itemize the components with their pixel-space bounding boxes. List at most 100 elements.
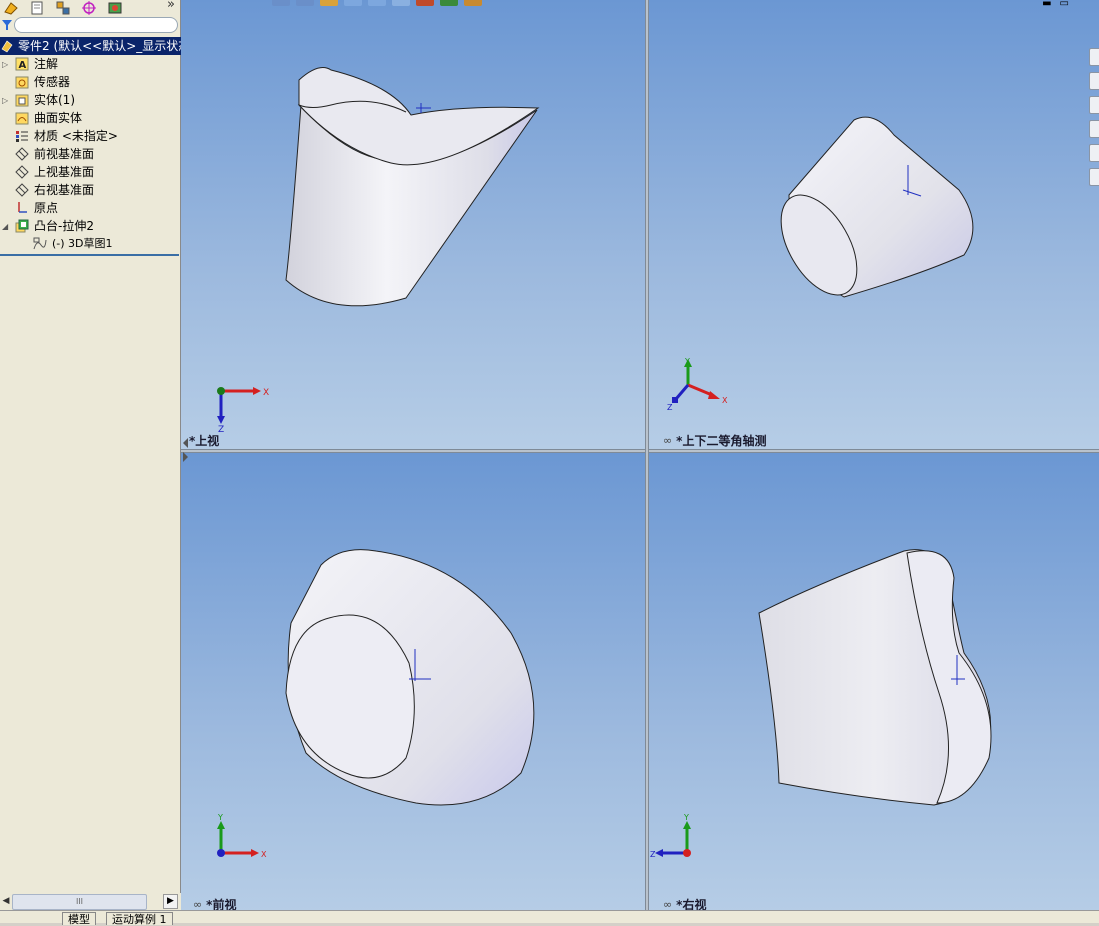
scroll-left-arrow-icon[interactable]: ◀ (0, 894, 12, 909)
collapse-arrow-icon[interactable]: ◢ (2, 222, 8, 231)
tree-item-material[interactable]: 材质 <未指定> (0, 127, 118, 145)
tree-item-extrude[interactable]: ◢ 凸台-拉伸2 (0, 217, 94, 235)
origin-icon (14, 200, 30, 216)
axis-triad-icon: Y X Z (667, 357, 728, 412)
display-manager-tab[interactable] (104, 0, 126, 16)
tree-item-3d-sketch[interactable]: (-) 3D草图1 (18, 235, 113, 253)
feature-manager-tab[interactable] (0, 0, 22, 16)
file-explorer-tab-icon[interactable] (1089, 96, 1099, 114)
rollback-bar[interactable] (0, 254, 179, 256)
viewport-corner-controls: ▬ ▭ (1042, 0, 1069, 9)
horizontal-scrollbar[interactable]: ◀ III ▶ (0, 893, 181, 910)
tree-item-solid-bodies[interactable]: ▷ 实体(1) (0, 91, 75, 109)
tab-motion-study[interactable]: 运动算例 1 (106, 912, 173, 926)
svg-text:Z: Z (667, 403, 673, 412)
annotations-icon: A (14, 56, 30, 72)
viewport-top[interactable]: X Z *上视 (181, 0, 645, 449)
tab-model[interactable]: 模型 (62, 912, 96, 926)
section-view-icon[interactable] (344, 0, 362, 6)
panel-collapse-grip-icon[interactable] (182, 436, 189, 464)
axis-triad-icon: Y X (217, 813, 267, 859)
restore-viewport-icon[interactable]: ▭ (1060, 0, 1069, 9)
previous-view-icon[interactable] (320, 0, 338, 6)
sensors-icon (14, 74, 30, 90)
tree-item-label: 凸台-拉伸2 (34, 219, 94, 233)
minimize-viewport-icon[interactable]: ▬ (1042, 0, 1051, 9)
plane-icon (14, 164, 30, 180)
svg-text:X: X (263, 388, 269, 398)
tree-item-label: 原点 (34, 201, 59, 215)
svg-text:A: A (19, 60, 27, 71)
filter-input[interactable] (14, 17, 178, 33)
viewport-label: *上视 (189, 432, 219, 449)
tree-item-annotations[interactable]: ▷ A 注解 (0, 55, 58, 73)
tree-root-label: 零件2 (默认<<默认>_显示状态 (18, 39, 191, 53)
filter-icon[interactable] (1, 19, 13, 31)
more-tabs-chevron-icon[interactable]: » (167, 0, 175, 12)
tree-root-part[interactable]: 零件2 (默认<<默认>_显示状态 (0, 37, 190, 55)
bottom-tab-bar: 模型 运动算例 1 (0, 910, 1099, 926)
heads-up-view-toolbar (272, 0, 482, 8)
link-views-icon[interactable]: ∞ (663, 434, 672, 447)
material-icon (14, 128, 30, 144)
view-orientation-icon[interactable] (368, 0, 386, 6)
tree-item-label: 右视基准面 (34, 183, 95, 197)
tree-item-surface-bodies[interactable]: 曲面实体 (0, 109, 82, 127)
resources-tab-icon[interactable] (1089, 48, 1099, 66)
viewport-name: *上下二等角轴测 (676, 434, 767, 448)
axis-triad-icon: Y Z (650, 813, 691, 859)
tree-item-label: 材质 <未指定> (34, 129, 118, 143)
plane-icon (14, 182, 30, 198)
configuration-icon (56, 1, 70, 15)
scroll-thumb[interactable]: III (12, 894, 147, 910)
plane-icon (14, 146, 30, 162)
tree-item-origin[interactable]: 原点 (0, 199, 58, 217)
scroll-right-arrow-icon[interactable]: ▶ (163, 894, 178, 909)
task-pane-tabs (1089, 48, 1099, 192)
custom-properties-tab-icon[interactable] (1089, 168, 1099, 186)
svg-text:X: X (722, 396, 728, 405)
tree-item-label: (-) 3D草图1 (52, 237, 113, 250)
part-icon (0, 38, 14, 54)
surface-bodies-icon (14, 110, 30, 126)
feature-tree-icon (4, 2, 18, 15)
tree-item-front-plane[interactable]: 前视基准面 (0, 145, 94, 163)
tree-item-label: 前视基准面 (34, 147, 95, 161)
appearances-tab-icon[interactable] (1089, 144, 1099, 162)
filter-row (0, 17, 181, 35)
expand-arrow-icon[interactable]: ▷ (2, 96, 8, 105)
extrude-icon (14, 218, 30, 234)
view-settings-icon[interactable] (464, 0, 482, 6)
expand-arrow-icon[interactable]: ▷ (2, 60, 8, 69)
feature-manager-panel: » 零件2 (默认<<默认>_显示状态 ▷ A 注解 传感器 ▷ 实体(1) 曲… (0, 0, 190, 922)
manager-tabs: » (0, 0, 181, 16)
tree-item-sensors[interactable]: 传感器 (0, 73, 70, 91)
view-palette-tab-icon[interactable] (1089, 120, 1099, 138)
tree-item-top-plane[interactable]: 上视基准面 (0, 163, 94, 181)
viewport-trimetric[interactable]: Y X Z ∞ *上下二等角轴测 ▬ ▭ (649, 0, 1099, 449)
viewport-front[interactable]: Y X ∞ *前视 (181, 453, 645, 912)
configuration-manager-tab[interactable] (52, 0, 74, 16)
property-manager-tab[interactable] (26, 0, 48, 16)
axis-triad-icon: X Z (217, 387, 269, 435)
viewport-name: *上视 (189, 434, 220, 448)
svg-text:X: X (261, 850, 267, 859)
tree-item-right-plane[interactable]: 右视基准面 (0, 181, 94, 199)
tree-item-label: 上视基准面 (34, 165, 95, 179)
tree-item-label: 曲面实体 (34, 111, 83, 125)
svg-text:Y: Y (683, 813, 689, 822)
dimxpert-icon (82, 1, 96, 15)
display-style-icon[interactable] (392, 0, 410, 6)
viewport-right[interactable]: Y Z ∞ *右视 (649, 453, 1099, 912)
viewport-splitter-horizontal[interactable] (181, 449, 1099, 453)
dimxpert-tab[interactable] (78, 0, 100, 16)
svg-text:Z: Z (650, 850, 656, 859)
viewport-label: ∞ *上下二等角轴测 (663, 432, 766, 449)
zoom-to-fit-icon[interactable] (272, 0, 290, 6)
zoom-area-icon[interactable] (296, 0, 314, 6)
viewport-splitter-vertical[interactable] (645, 0, 649, 912)
appearance-icon[interactable] (416, 0, 434, 6)
design-library-tab-icon[interactable] (1089, 72, 1099, 90)
scene-icon[interactable] (440, 0, 458, 6)
solid-bodies-icon (14, 92, 30, 108)
